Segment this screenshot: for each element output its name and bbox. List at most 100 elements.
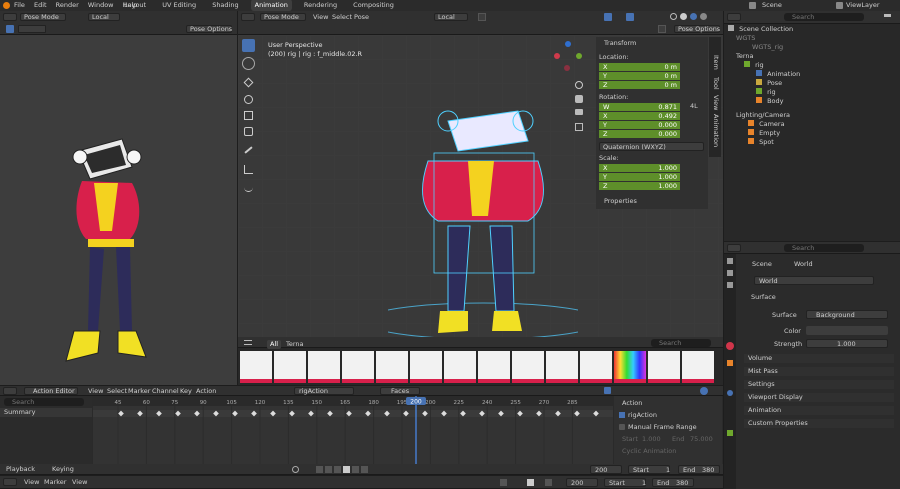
tab-rendering[interactable]: Rendering [300,0,341,11]
action-panel-title[interactable]: Action [622,400,642,407]
timeline-jump-start-icon[interactable] [500,479,507,486]
section-settings[interactable]: Settings [744,380,894,389]
summary-channel[interactable]: Summary [0,408,92,417]
main-editor-type-button[interactable] [241,13,255,21]
timeline-menu-view[interactable]: View [24,479,39,486]
sidebar-tab-tool[interactable]: Tool [712,77,720,90]
sidebar-tab-animation[interactable]: Animation [712,114,720,147]
section-viewport-display[interactable]: Viewport Display [744,393,894,402]
left-mode-selector[interactable]: Pose Mode [20,13,66,21]
blender-logo-icon[interactable] [3,2,10,9]
keyframe[interactable] [232,410,238,417]
next-key-icon[interactable] [352,466,359,473]
keyframe[interactable] [441,410,447,417]
pose-thumbnail[interactable] [410,351,442,383]
pose-thumbnail[interactable] [376,351,408,383]
keyframe[interactable] [308,410,314,417]
range-start-value[interactable]: 1.000 [642,436,661,443]
tab-layout[interactable]: Layout [120,0,150,11]
timeline-start-field[interactable]: 1 [642,480,646,487]
output-props-icon[interactable] [727,282,733,288]
outliner-row[interactable]: Terna [732,52,900,61]
select-mode-icon[interactable] [6,25,14,33]
location-x-field[interactable]: X 0 m [599,63,680,71]
play-reverse-icon[interactable] [334,466,341,473]
transform-tool-icon[interactable] [244,127,253,136]
pose-thumbnail[interactable] [342,351,374,383]
wireframe-shading-icon[interactable] [670,13,677,20]
section-mist-pass[interactable]: Mist Pass [744,367,894,376]
main-pose-options[interactable]: Pose Options [674,25,720,33]
scale-z-field[interactable]: Z 1.000 [599,182,680,190]
outliner-row[interactable]: Camera [744,120,900,129]
section-animation[interactable]: Animation [744,406,894,415]
tool-props-icon[interactable] [727,258,733,264]
keyframe[interactable] [498,410,504,417]
current-frame-field[interactable]: 200 [590,465,622,474]
main-orientation-selector[interactable]: Local [434,13,468,21]
keyframe[interactable] [593,410,599,417]
view-layer-selector[interactable]: ViewLayer [846,2,880,9]
pose-tab-terna[interactable]: Terna [286,341,304,348]
pose-thumbnail[interactable] [274,351,306,383]
view-layer-icon[interactable] [836,2,843,9]
keyframe[interactable] [365,410,371,417]
gizmo-x-axis[interactable] [554,53,560,59]
relax-tool-icon[interactable] [244,183,253,192]
prev-key-icon[interactable] [325,466,332,473]
jump-end-icon[interactable] [361,466,368,473]
world-props-icon[interactable] [726,342,734,350]
keyframe[interactable] [156,410,162,417]
scale-x-field[interactable]: X 1.000 [599,164,680,172]
rotation-x-field[interactable]: X 0.492 [599,112,680,120]
cursor-tool-icon[interactable] [242,57,255,70]
keyframe[interactable] [384,410,390,417]
keyframe[interactable] [479,410,485,417]
location-z-field[interactable]: Z 0 m [599,81,680,89]
color-swatch[interactable] [806,326,888,335]
navigation-gizmo[interactable] [550,41,586,75]
keyframe[interactable] [270,410,276,417]
left-editor-type-button[interactable] [3,13,17,21]
timeline-jump-end-icon[interactable] [545,479,552,486]
outliner-row[interactable]: Empty [744,129,900,138]
dopesheet-menu-key[interactable]: Key [180,388,192,395]
outliner-row[interactable]: Body [752,97,900,106]
timeline-menu-marker[interactable]: Marker [44,479,66,486]
select-box-icon[interactable] [18,25,46,33]
keyframe[interactable] [118,410,124,417]
rotate-tool-icon[interactable] [244,95,253,104]
jump-start-icon[interactable] [316,466,323,473]
action-selector[interactable]: rigAction [294,387,354,395]
proportional-icon[interactable] [700,387,708,395]
dopesheet-menu-marker[interactable]: Marker [128,388,150,395]
keyframe[interactable] [536,410,542,417]
keyframe[interactable] [194,410,200,417]
range-end-value[interactable]: 75.000 [690,436,713,443]
rotation-z-field[interactable]: Z 0.000 [599,130,680,138]
outliner-row[interactable]: Spot [744,138,900,147]
sidebar-tab-view[interactable]: View [712,95,720,110]
dopesheet-menu-select[interactable]: Select [107,388,127,395]
menu-edit[interactable]: Edit [34,1,47,9]
timeline-editor-type-button[interactable] [3,478,17,486]
action-name[interactable]: rigAction [628,412,657,419]
filter-icon[interactable] [884,14,891,20]
rotation-mode-selector[interactable]: Quaternion (WXYZ) [599,142,704,151]
measure-tool-icon[interactable] [244,165,253,174]
menu-file[interactable]: File [14,1,25,9]
keyframe-region[interactable]: 45 60 75 90 105 120 135 150 165 180 195 200 225 240 25… [93,396,613,464]
auto-keying-icon[interactable] [292,466,299,473]
pose-thumbnail[interactable] [512,351,544,383]
transform-panel-title[interactable]: Transform [604,40,636,47]
keying-menu[interactable]: Keying [52,466,74,473]
selection-filter[interactable]: Faces [380,387,420,395]
keyframe[interactable] [175,410,181,417]
pose-library-menu-icon[interactable] [244,340,252,345]
keyframe[interactable] [137,410,143,417]
rotation-w-field[interactable]: W 0.871 [599,103,680,111]
pose-tab-all[interactable]: All [267,340,282,349]
outliner-row[interactable]: WGTS [732,34,900,43]
gizmo-neg-y-axis[interactable] [564,65,570,71]
object-props-icon[interactable] [727,360,733,366]
